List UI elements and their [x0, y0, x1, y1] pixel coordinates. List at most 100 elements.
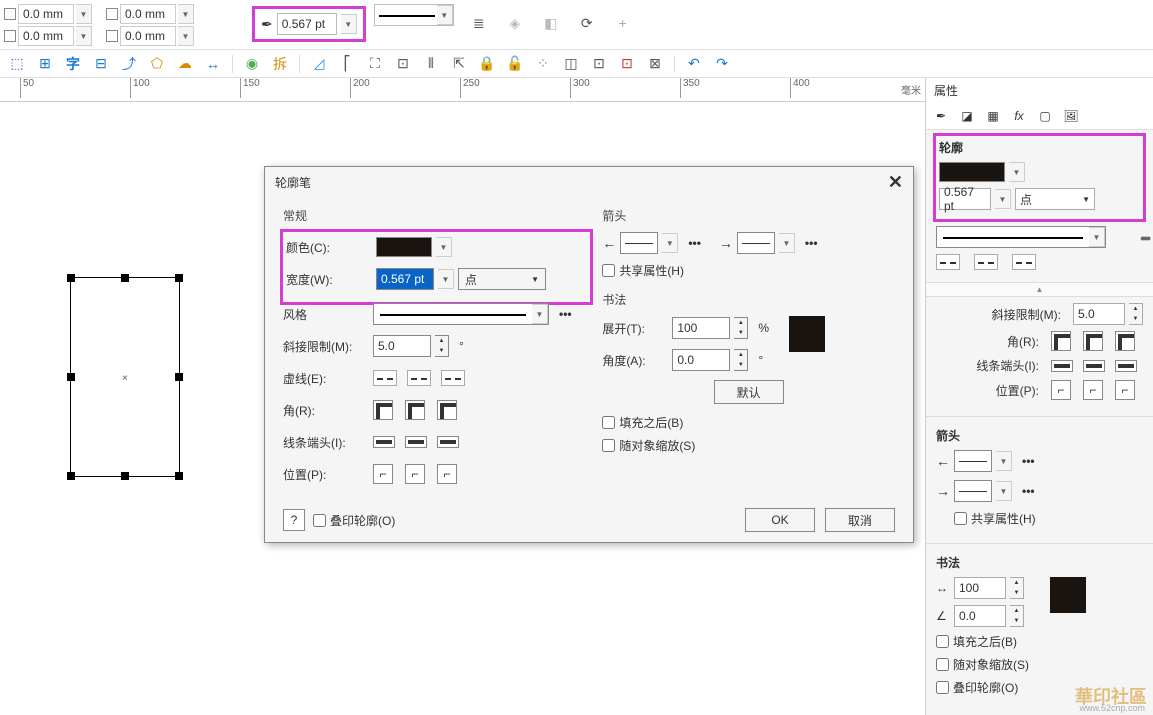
- miter-input[interactable]: 5.0: [373, 335, 431, 357]
- x-dropdown[interactable]: ▼: [76, 4, 92, 24]
- corner-round[interactable]: [405, 400, 425, 420]
- tool-icon[interactable]: ⬚: [6, 53, 28, 75]
- help-button[interactable]: ?: [283, 509, 305, 531]
- dock-arrow-end-more[interactable]: •••: [1022, 484, 1035, 498]
- close-icon[interactable]: ✕: [888, 172, 903, 193]
- shape2-icon[interactable]: ☁: [174, 53, 196, 75]
- dock-corner-3[interactable]: [1115, 331, 1135, 351]
- dock-arrow-start-dd[interactable]: ▼: [996, 451, 1012, 471]
- ruler-v-icon[interactable]: ⎡: [336, 53, 358, 75]
- spread-input[interactable]: 100: [672, 317, 730, 339]
- dock-miter-input[interactable]: 5.0: [1073, 303, 1125, 325]
- docker-more-icon[interactable]: •••: [1140, 230, 1149, 246]
- arrow-tool-icon[interactable]: ↔: [202, 53, 224, 75]
- height-input[interactable]: 0.0 mm: [120, 26, 176, 46]
- arrow-start-dd-btn[interactable]: ▼: [662, 233, 678, 253]
- outline-tab-icon[interactable]: ✒: [932, 107, 950, 125]
- dock-cap-3[interactable]: [1115, 360, 1137, 372]
- handle-bm[interactable]: [121, 472, 129, 480]
- y-pos-input[interactable]: 0.0 mm: [18, 26, 74, 46]
- cap-butt[interactable]: [373, 436, 395, 448]
- wrap-text-icon[interactable]: ≣: [468, 12, 490, 34]
- dock-arrow-end[interactable]: [954, 480, 992, 502]
- char-icon[interactable]: 字: [62, 53, 84, 75]
- handle-bl[interactable]: [67, 472, 75, 480]
- break-char-icon[interactable]: 拆: [269, 53, 291, 75]
- behind-fill-check[interactable]: [602, 416, 615, 429]
- corner-bevel[interactable]: [437, 400, 457, 420]
- combine-icon[interactable]: ◧: [540, 12, 562, 34]
- dock-cap-1[interactable]: [1051, 360, 1073, 372]
- dock-color-picker[interactable]: [939, 162, 1005, 182]
- cap-round[interactable]: [405, 436, 427, 448]
- dock-spread-input[interactable]: 100: [954, 577, 1006, 599]
- dock-width-dd[interactable]: ▼: [995, 189, 1011, 209]
- width-val-dropdown[interactable]: ▼: [438, 269, 454, 289]
- line-style-dropdown[interactable]: ▼: [374, 4, 454, 26]
- handle-mr[interactable]: [175, 373, 183, 381]
- style-dropdown[interactable]: ▼: [373, 303, 549, 325]
- cancel-button[interactable]: 取消: [825, 508, 895, 532]
- dock-angle-spin[interactable]: ▲▼: [1010, 605, 1024, 627]
- arrow-start-dropdown[interactable]: [620, 232, 658, 254]
- pos-inside[interactable]: ⌐: [437, 464, 457, 484]
- dock-arrow-start-more[interactable]: •••: [1022, 454, 1035, 468]
- expand-up[interactable]: ▲: [926, 282, 1153, 297]
- bars-icon[interactable]: ⦀: [420, 53, 442, 75]
- break-icon[interactable]: ⟳: [576, 12, 598, 34]
- outline-width-field[interactable]: 0.567 pt: [277, 13, 337, 35]
- handle-tl[interactable]: [67, 274, 75, 282]
- spread-spinner[interactable]: ▲▼: [734, 317, 748, 339]
- angle-spinner[interactable]: ▲▼: [734, 349, 748, 371]
- unlock-icon[interactable]: 🔓: [504, 53, 526, 75]
- dock-scale-check[interactable]: [936, 658, 949, 671]
- dock-dash-1[interactable]: [936, 254, 960, 270]
- ok-button[interactable]: OK: [745, 508, 815, 532]
- corner-miter[interactable]: [373, 400, 393, 420]
- h-dropdown[interactable]: ▼: [178, 26, 194, 46]
- default-button[interactable]: 默认: [714, 380, 784, 404]
- arrow-end-dd-btn[interactable]: ▼: [779, 233, 795, 253]
- handle-tm[interactable]: [121, 274, 129, 282]
- dock-miter-spin[interactable]: ▲▼: [1129, 303, 1143, 325]
- dots-icon[interactable]: ⁘: [532, 53, 554, 75]
- layer-icon[interactable]: ◈: [504, 12, 526, 34]
- width-unit-dropdown[interactable]: 点▼: [458, 268, 546, 290]
- width-input[interactable]: 0.0 mm: [120, 4, 176, 24]
- dock-pos-2[interactable]: ⌐: [1083, 380, 1103, 400]
- style-more-icon[interactable]: •••: [559, 307, 572, 321]
- arrow-end-dropdown[interactable]: [737, 232, 775, 254]
- plus-icon[interactable]: +: [612, 12, 634, 34]
- fx-tab-icon[interactable]: fx: [1010, 107, 1028, 125]
- color-picker[interactable]: [376, 237, 432, 257]
- pos-outside[interactable]: ⌐: [373, 464, 393, 484]
- dock-width-input[interactable]: 0.567 pt: [939, 188, 991, 210]
- crop2-icon[interactable]: ⊠: [644, 53, 666, 75]
- dock-dash-2[interactable]: [974, 254, 998, 270]
- grid-icon[interactable]: ⊟: [90, 53, 112, 75]
- circle-tool-icon[interactable]: ◉: [241, 53, 263, 75]
- undo-icon[interactable]: ↶: [683, 53, 705, 75]
- dock-angle-input[interactable]: 0.0: [954, 605, 1006, 627]
- shape-icon[interactable]: ⬠: [146, 53, 168, 75]
- dash-opt-2[interactable]: [407, 370, 431, 386]
- outline-width-dropdown[interactable]: ▼: [341, 14, 357, 34]
- dock-corner-2[interactable]: [1083, 331, 1103, 351]
- arrow-end-more[interactable]: •••: [805, 236, 818, 250]
- pos-center[interactable]: ⌐: [405, 464, 425, 484]
- dash-opt-3[interactable]: [441, 370, 465, 386]
- dock-unit-dropdown[interactable]: 点▼: [1015, 188, 1095, 210]
- dock-spread-spin[interactable]: ▲▼: [1010, 577, 1024, 599]
- share-attr-check[interactable]: [602, 264, 615, 277]
- expand-icon[interactable]: ⛶: [364, 53, 386, 75]
- redo-icon[interactable]: ↷: [711, 53, 733, 75]
- miter-spinner[interactable]: ▲▼: [435, 335, 449, 357]
- overprint-check[interactable]: [313, 514, 326, 527]
- dock-color-dd[interactable]: ▼: [1009, 162, 1025, 182]
- dock-cap-2[interactable]: [1083, 360, 1105, 372]
- fill-tab-icon[interactable]: ◪: [958, 107, 976, 125]
- tool-icon[interactable]: ⊞: [34, 53, 56, 75]
- handle-ml[interactable]: [67, 373, 75, 381]
- frame-tab-icon[interactable]: ▢: [1036, 107, 1054, 125]
- image-tab-icon[interactable]: 🖼: [1062, 107, 1080, 125]
